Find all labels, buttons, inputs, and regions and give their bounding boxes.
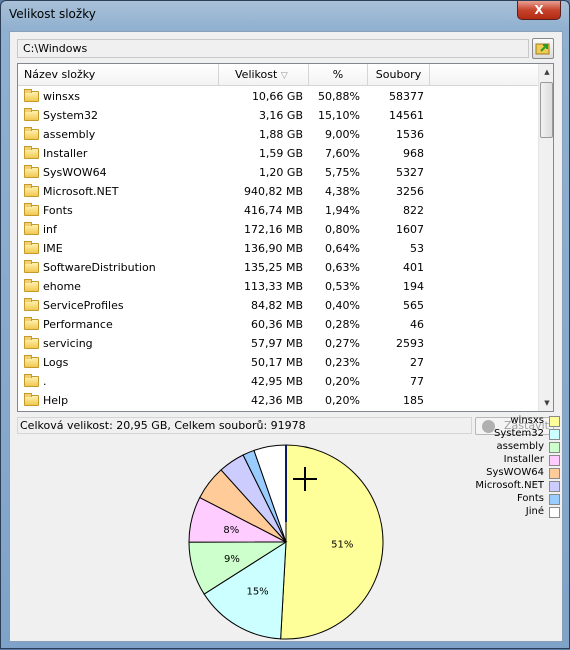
pie-data-label: 15%: [246, 587, 268, 598]
legend-swatch: [549, 455, 560, 466]
legend-swatch: [549, 468, 560, 479]
legend-label: Installer: [503, 454, 544, 465]
legend-label: Fonts: [517, 493, 544, 504]
legend-item: Fonts: [410, 493, 560, 506]
legend-item: winsxs: [410, 415, 560, 428]
legend-swatch: [549, 481, 560, 492]
legend-item: Microsoft.NET: [410, 480, 560, 493]
legend-swatch: [549, 416, 560, 427]
legend-swatch: [549, 429, 560, 440]
window: Velikost složky X C:\Windows Název složk…: [0, 0, 570, 649]
legend-swatch: [549, 494, 560, 505]
legend-label: System32: [493, 428, 544, 439]
legend-item: Jiné: [410, 506, 560, 519]
legend-item: SysWOW64: [410, 467, 560, 480]
legend-swatch: [549, 507, 560, 518]
legend-label: Jiné: [525, 506, 544, 517]
legend-label: Microsoft.NET: [475, 480, 544, 491]
pie-chart: 51% 15% 9% 8%: [188, 444, 384, 640]
pie-data-label: 9%: [224, 554, 240, 565]
pie-data-label: 8%: [223, 525, 239, 536]
legend-item: System32: [410, 428, 560, 441]
legend-label: SysWOW64: [486, 467, 544, 478]
legend-item: Installer: [410, 454, 560, 467]
legend-label: assembly: [496, 441, 545, 452]
chart-legend: winsxs System32 assembly Installer SysWOW64 M…: [410, 415, 560, 519]
legend-label: winsxs: [510, 415, 544, 426]
legend-swatch: [549, 442, 560, 453]
pie-data-label: 51%: [331, 540, 353, 551]
legend-item: assembly: [410, 441, 560, 454]
